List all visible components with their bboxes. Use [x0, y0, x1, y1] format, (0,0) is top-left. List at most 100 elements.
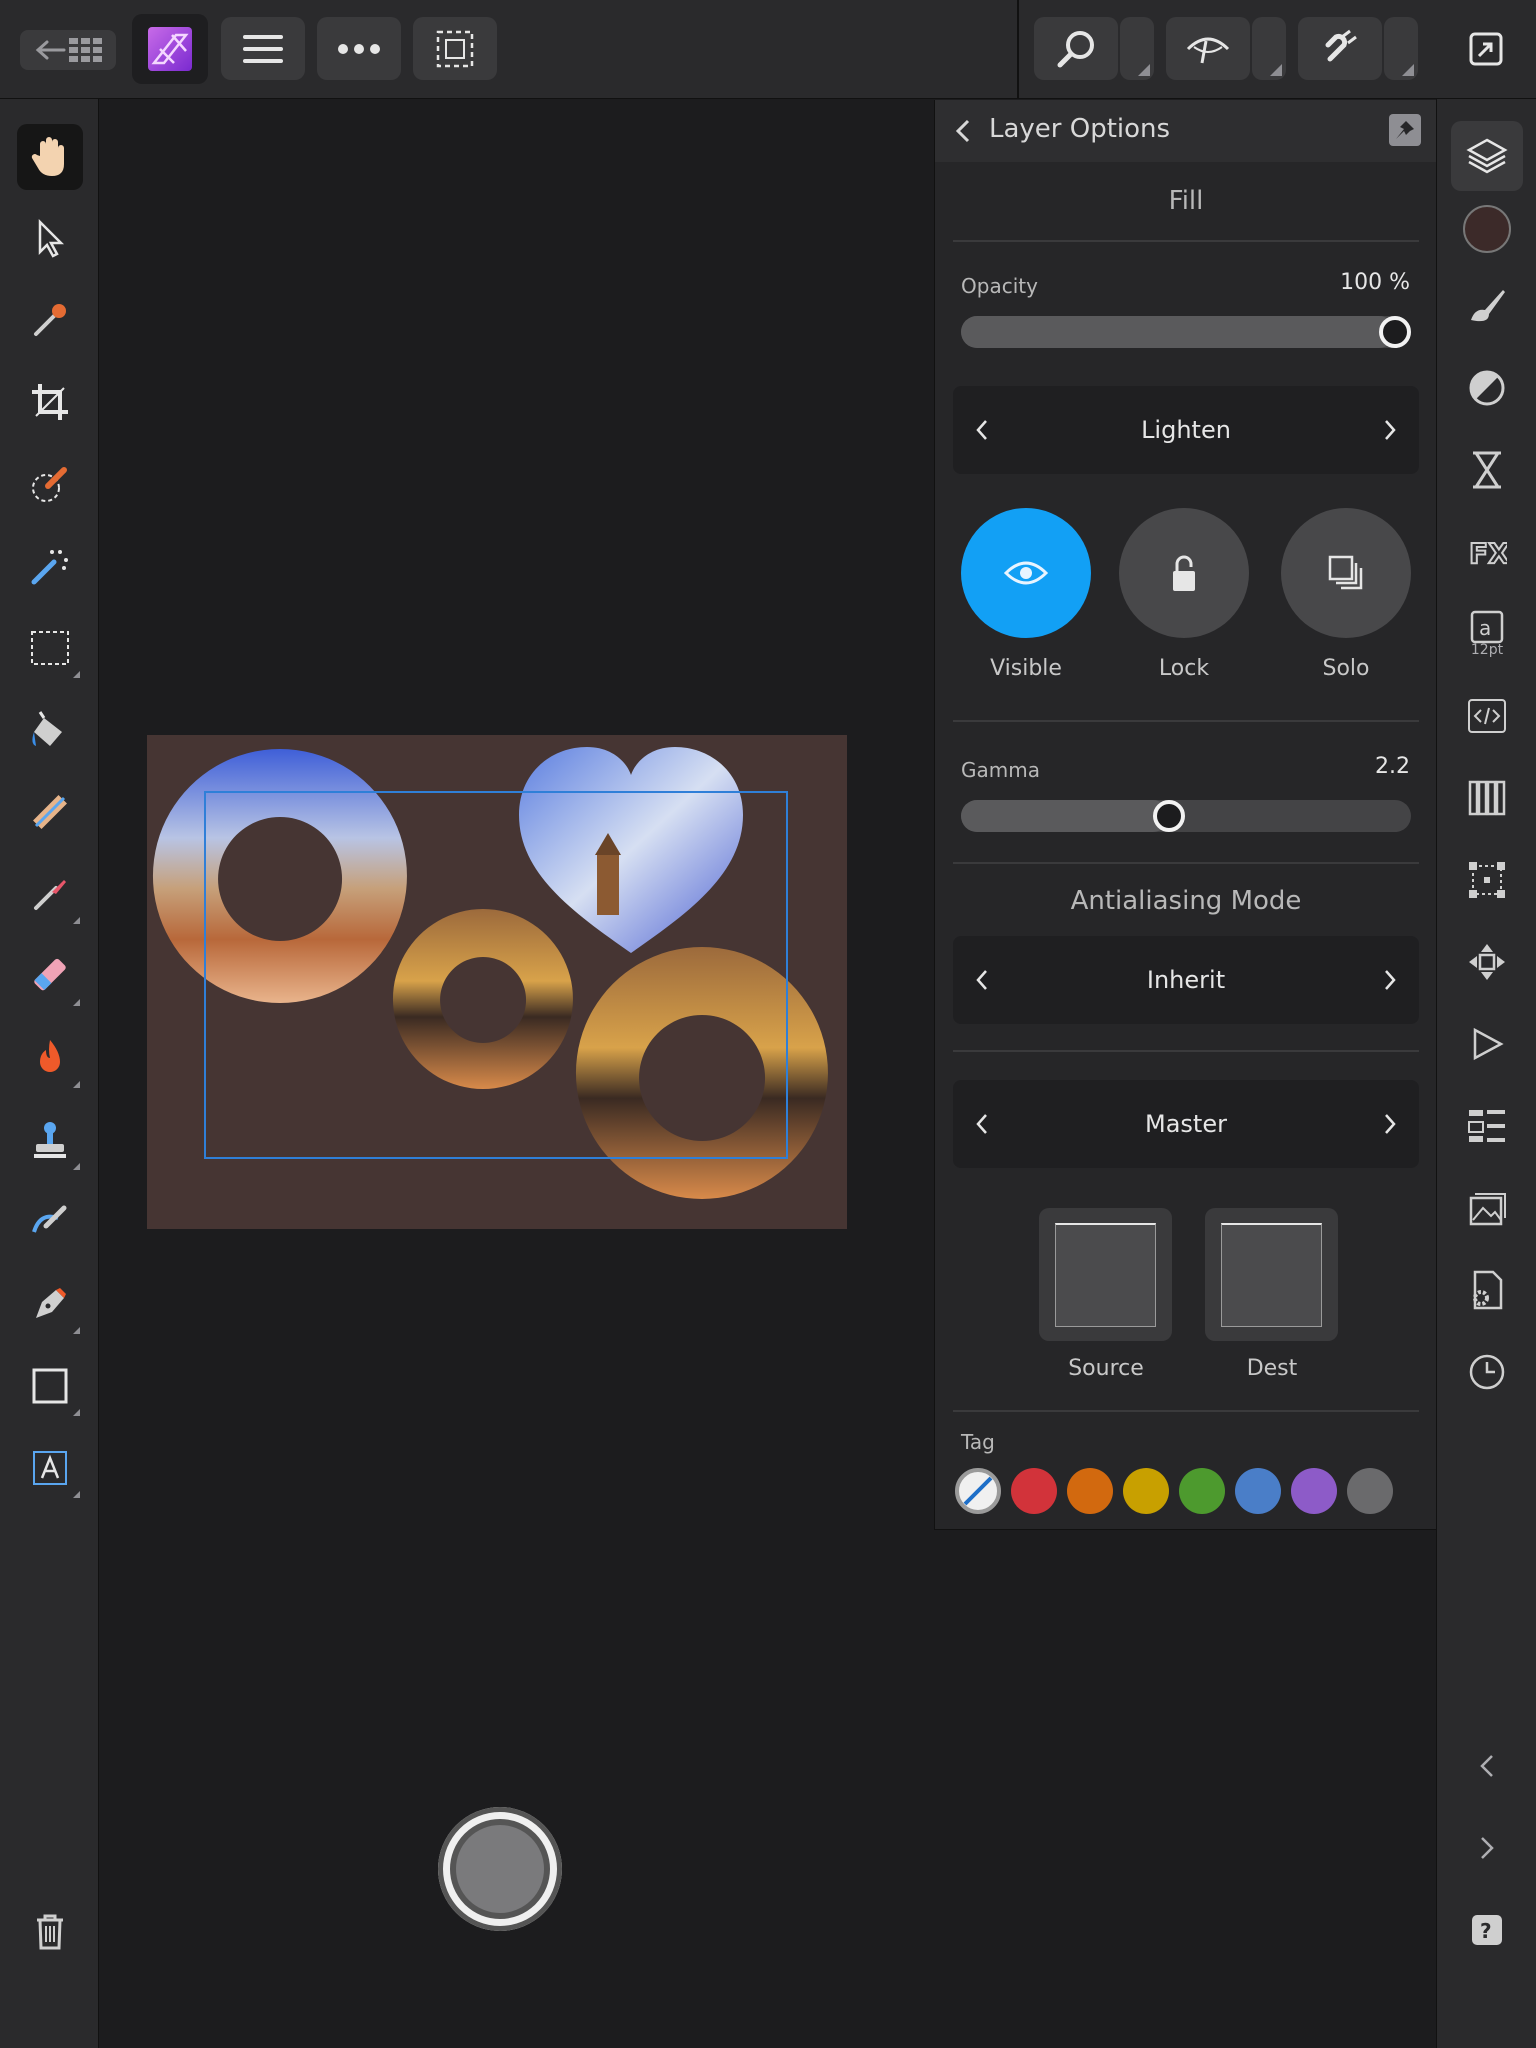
- macro-studio-button[interactable]: [1451, 681, 1523, 751]
- fx-studio-button[interactable]: FX: [1451, 517, 1523, 587]
- tools-panel: [0, 99, 99, 2048]
- text-styles-studio-button[interactable]: a 12pt: [1451, 599, 1523, 669]
- document-settings-studio-button[interactable]: [1451, 1255, 1523, 1325]
- help-button[interactable]: ?: [1451, 1895, 1523, 1965]
- snapping-dropdown-button[interactable]: [1384, 17, 1418, 80]
- layer-options-panel: Layer Options Fill Opacity 100 % Lighten…: [934, 100, 1437, 1530]
- flood-select-tool[interactable]: [17, 533, 83, 599]
- visible-toggle[interactable]: [961, 508, 1091, 638]
- command-controller-button[interactable]: [438, 1807, 562, 1931]
- antialiasing-mode-stepper: Inherit: [953, 936, 1419, 1024]
- antialias-mode-value[interactable]: Inherit: [1147, 966, 1225, 994]
- gamma-slider[interactable]: [961, 800, 1411, 832]
- gamma-slider-knob[interactable]: [1153, 800, 1186, 832]
- adjustments-studio-button[interactable]: [1451, 353, 1523, 423]
- fill-tool[interactable]: [17, 697, 83, 763]
- rectangle-tool[interactable]: [17, 1353, 83, 1419]
- artistic-text-tool[interactable]: [17, 1435, 83, 1501]
- brushes-studio-button[interactable]: [1451, 271, 1523, 341]
- tag-color-1[interactable]: [1011, 1468, 1057, 1514]
- clone-brush-tool[interactable]: [17, 1107, 83, 1173]
- smudge-brush-tool[interactable]: [17, 1189, 83, 1255]
- opacity-slider[interactable]: [961, 316, 1411, 348]
- antialias-next-button[interactable]: [1375, 965, 1405, 995]
- menu-button[interactable]: [221, 17, 305, 80]
- tag-color-4[interactable]: [1179, 1468, 1225, 1514]
- svg-text:?: ?: [1480, 1919, 1492, 1943]
- burn-brush-tool[interactable]: [17, 1025, 83, 1091]
- source-range-button[interactable]: [1039, 1208, 1172, 1341]
- tag-color-7[interactable]: [1347, 1468, 1393, 1514]
- paint-bucket-icon: [32, 711, 62, 746]
- fullscreen-button[interactable]: [1456, 17, 1516, 80]
- rectangular-marquee-tool[interactable]: [17, 615, 83, 681]
- navigator-studio-button[interactable]: [1451, 927, 1523, 997]
- document-artboard[interactable]: [147, 735, 847, 1229]
- snapshots-studio-button[interactable]: [1451, 1337, 1523, 1407]
- channel-next-button[interactable]: [1375, 1109, 1405, 1139]
- text-style-icon: a: [1470, 610, 1504, 644]
- dest-range-button[interactable]: [1205, 1208, 1338, 1341]
- zoom-dropdown-button[interactable]: [1120, 17, 1154, 80]
- channel-value[interactable]: Master: [1145, 1110, 1227, 1138]
- panel-header: Layer Options: [935, 100, 1437, 162]
- channels-studio-button[interactable]: [1451, 763, 1523, 833]
- back-to-gallery-button[interactable]: [20, 30, 116, 70]
- stock-studio-button[interactable]: [1451, 1173, 1523, 1243]
- stamp-icon: [34, 1122, 66, 1158]
- selection-button[interactable]: [413, 17, 497, 80]
- styles-studio-button[interactable]: [1451, 1091, 1523, 1161]
- view-mode-dropdown-button[interactable]: [1252, 17, 1286, 80]
- color-picker-tool[interactable]: [17, 287, 83, 353]
- text-size-label: 12pt: [1470, 642, 1504, 658]
- selection-brush-tool[interactable]: [17, 451, 83, 517]
- move-tool[interactable]: [17, 205, 83, 271]
- move-arrows-icon: [1469, 944, 1505, 980]
- transform-studio-button[interactable]: [1451, 845, 1523, 915]
- zoom-button[interactable]: [1034, 17, 1120, 80]
- tag-color-5[interactable]: [1235, 1468, 1281, 1514]
- channel-stepper: Master: [953, 1080, 1419, 1168]
- blend-mode-prev-button[interactable]: [967, 415, 997, 445]
- pin-panel-button[interactable]: [1389, 114, 1421, 146]
- blend-mode-value[interactable]: Lighten: [1141, 416, 1231, 444]
- collapse-panel-button[interactable]: [1451, 1731, 1523, 1801]
- history-studio-button[interactable]: [1451, 435, 1523, 505]
- persona-photo-button[interactable]: [132, 14, 208, 84]
- tag-color-6[interactable]: [1291, 1468, 1337, 1514]
- blend-mode-next-button[interactable]: [1375, 415, 1405, 445]
- expand-panel-button[interactable]: [1451, 1813, 1523, 1883]
- channel-prev-button[interactable]: [967, 1109, 997, 1139]
- eye-hide-icon: [1186, 37, 1230, 63]
- play-macro-studio-button[interactable]: [1451, 1009, 1523, 1079]
- gamma-value[interactable]: 2.2: [1375, 754, 1410, 779]
- view-mode-button[interactable]: [1166, 17, 1250, 80]
- color-studio-button[interactable]: [1451, 194, 1523, 264]
- layers-studio-button[interactable]: [1451, 121, 1523, 191]
- opacity-value[interactable]: 100 %: [1340, 270, 1410, 295]
- snapping-button[interactable]: [1298, 17, 1382, 80]
- chevron-left-icon[interactable]: [955, 118, 971, 144]
- tag-color-3[interactable]: [1123, 1468, 1169, 1514]
- crop-icon: [32, 384, 68, 420]
- solo-toggle[interactable]: [1281, 508, 1411, 638]
- crop-tool[interactable]: [17, 369, 83, 435]
- erase-brush-tool[interactable]: [17, 943, 83, 1009]
- delete-button[interactable]: [17, 1899, 83, 1965]
- divider: [953, 720, 1419, 722]
- chevron-right-icon: [1481, 1837, 1494, 1859]
- play-icon: [1473, 1027, 1504, 1061]
- antialias-prev-button[interactable]: [967, 965, 997, 995]
- paint-brush-tool[interactable]: [17, 861, 83, 927]
- pen-tool[interactable]: [17, 1271, 83, 1337]
- magnet-icon: [1325, 29, 1357, 61]
- chevron-left-icon: [1480, 1755, 1493, 1777]
- gradient-tool[interactable]: [17, 779, 83, 845]
- view-tool[interactable]: [17, 124, 83, 190]
- tag-color-2[interactable]: [1067, 1468, 1113, 1514]
- lock-toggle[interactable]: [1119, 508, 1249, 638]
- tag-none-button[interactable]: [955, 1468, 1001, 1514]
- opacity-slider-knob[interactable]: [1379, 316, 1411, 348]
- list-styles-icon: [1468, 1110, 1505, 1142]
- more-options-button[interactable]: [317, 17, 401, 80]
